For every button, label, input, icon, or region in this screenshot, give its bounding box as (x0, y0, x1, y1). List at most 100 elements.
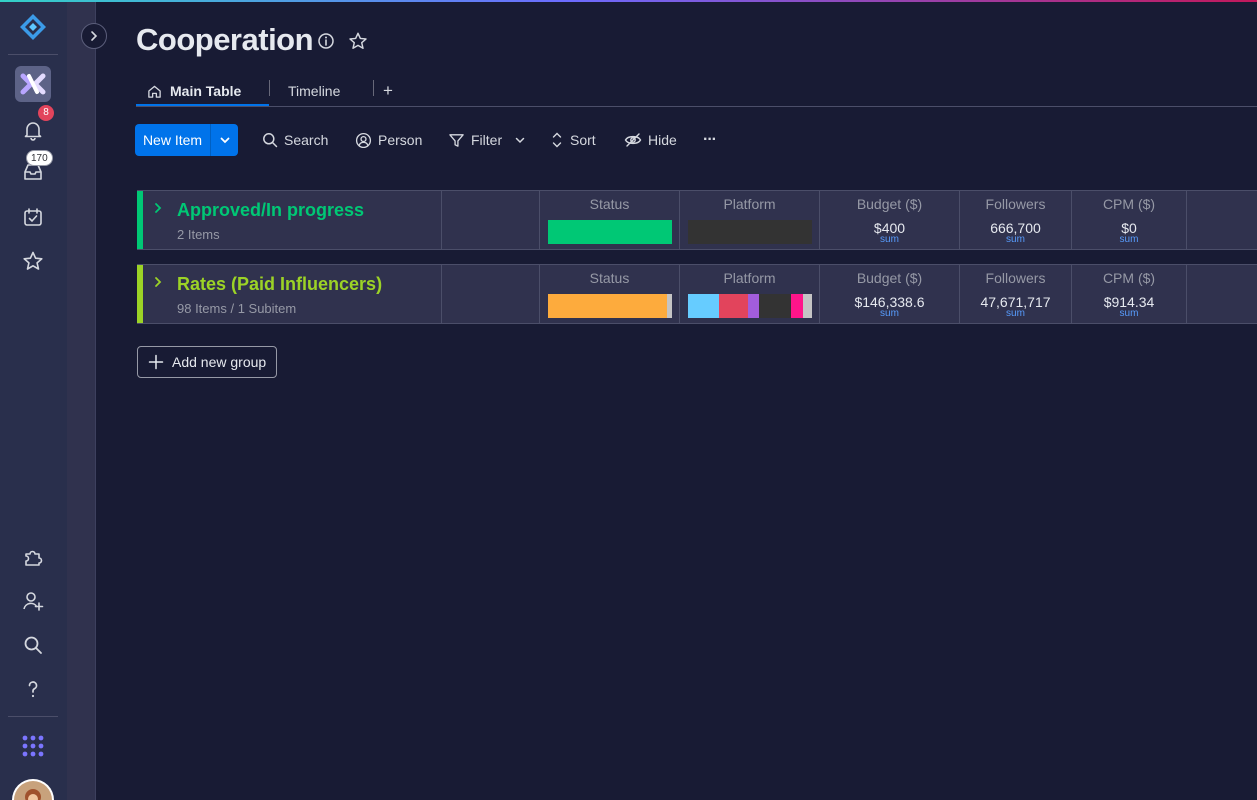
status-column-header: Status (589, 196, 630, 212)
followers-summary-cell: Followers 47,671,717 sum (959, 265, 1071, 323)
distribution-segment (790, 294, 804, 318)
platform-summary-cell[interactable]: Platform (679, 265, 819, 323)
group-approved-in-progress: Approved/In progress 2 Items Status Plat… (137, 190, 1257, 250)
budget-summary-cell: Budget ($) $400 sum (819, 191, 959, 249)
platform-distribution-bar (688, 294, 812, 318)
inbox-badge: 170 (26, 150, 53, 166)
expand-panel-chevron-icon[interactable] (81, 23, 107, 49)
board-title[interactable]: Cooperation (136, 22, 314, 58)
new-item-button[interactable]: New Item (135, 124, 210, 156)
cpm-summary-cell: CPM ($) $914.34 sum (1071, 265, 1186, 323)
status-distribution-bar (548, 294, 672, 318)
budget-column-header: Budget ($) (856, 270, 923, 286)
distribution-segment (719, 294, 748, 318)
group-trailing-cell (1186, 265, 1257, 323)
sum-label: sum (1119, 308, 1139, 319)
group-expand-chevron-icon[interactable] (151, 275, 165, 289)
group-title[interactable]: Rates (Paid Influencers) (177, 274, 382, 295)
distribution-segment (803, 294, 812, 318)
apps-puzzle-icon[interactable] (14, 538, 52, 576)
sort-label: Sort (570, 132, 596, 148)
status-summary-cell[interactable]: Status (539, 191, 679, 249)
sort-button[interactable]: Sort (550, 124, 596, 156)
distribution-segment (548, 294, 668, 318)
tab-main-table-label: Main Table (170, 83, 242, 99)
group-color-bar (137, 191, 143, 249)
cpm-column-header: CPM ($) (1102, 196, 1156, 212)
home-icon (147, 84, 162, 99)
distribution-segment (548, 220, 672, 244)
product-switcher-grid-icon[interactable] (14, 727, 52, 765)
workspace-icon[interactable] (15, 66, 51, 102)
distribution-segment (688, 220, 812, 244)
group-color-bar (137, 265, 143, 323)
tab-divider (269, 80, 270, 96)
group-empty-cell (441, 191, 539, 249)
platform-summary-cell[interactable]: Platform (679, 191, 819, 249)
add-new-group-label: Add new group (172, 354, 267, 370)
board-list-collapsed-panel (67, 0, 96, 800)
person-icon (355, 132, 372, 149)
rail-divider-bottom (8, 716, 58, 717)
filter-chevron-down-icon[interactable] (514, 134, 526, 146)
search-icon[interactable] (14, 626, 52, 664)
hide-label: Hide (648, 132, 677, 148)
new-item-dropdown-chevron-icon[interactable] (210, 124, 238, 156)
favorites-star-icon[interactable] (14, 242, 52, 280)
new-item-split-button: New Item (135, 124, 238, 156)
invite-members-icon[interactable] (14, 582, 52, 620)
tab-divider (373, 80, 374, 96)
more-actions-button[interactable]: ··· (703, 124, 717, 156)
cpm-column-header: CPM ($) (1102, 270, 1156, 286)
user-avatar[interactable] (12, 779, 54, 800)
status-summary-cell[interactable]: Status (539, 265, 679, 323)
add-new-group-button[interactable]: Add new group (137, 346, 277, 378)
followers-summary-cell: Followers 666,700 sum (959, 191, 1071, 249)
hide-columns-button[interactable]: Hide (624, 124, 677, 156)
status-distribution-bar (548, 220, 672, 244)
sum-label: sum (880, 234, 899, 245)
followers-column-header: Followers (985, 270, 1046, 286)
home-logo-icon[interactable] (14, 8, 52, 46)
distribution-segment (688, 294, 719, 318)
group-expand-chevron-icon[interactable] (151, 201, 165, 215)
search-icon (262, 132, 278, 148)
my-work-calendar-icon[interactable] (14, 198, 52, 236)
left-rail: 8 170 (0, 0, 67, 800)
platform-distribution-bar (688, 220, 812, 244)
hide-eye-icon (624, 132, 642, 148)
distribution-segment (758, 294, 791, 318)
add-view-button[interactable]: + (383, 76, 393, 106)
budget-column-header: Budget ($) (856, 196, 923, 212)
sum-label: sum (1006, 308, 1025, 319)
notifications-badge: 8 (38, 105, 54, 121)
sum-label: sum (880, 308, 899, 319)
tab-main-table[interactable]: Main Table (147, 76, 241, 106)
budget-summary-cell: Budget ($) $146,338.6 sum (819, 265, 959, 323)
active-tab-indicator (136, 104, 269, 106)
filter-label: Filter (471, 132, 503, 148)
search-button[interactable]: Search (262, 124, 328, 156)
top-gradient-line (0, 0, 1257, 2)
filter-button[interactable]: Filter (448, 124, 526, 156)
filter-funnel-icon (448, 132, 465, 149)
sum-label: sum (1006, 234, 1025, 245)
group-title[interactable]: Approved/In progress (177, 200, 364, 221)
group-trailing-cell (1186, 191, 1257, 249)
followers-column-header: Followers (985, 196, 1046, 212)
search-label: Search (284, 132, 329, 148)
group-empty-cell (441, 265, 539, 323)
favorite-board-star-icon[interactable] (348, 31, 368, 51)
person-filter-button[interactable]: Person (355, 124, 422, 156)
plus-icon (148, 354, 164, 370)
sort-arrows-icon (550, 131, 564, 149)
distribution-segment (667, 294, 672, 318)
platform-column-header: Platform (723, 270, 776, 286)
help-question-icon[interactable] (14, 670, 52, 708)
group-rates-paid-influencers: Rates (Paid Influencers) 98 Items / 1 Su… (137, 264, 1257, 324)
tab-timeline[interactable]: Timeline (288, 76, 340, 106)
person-label: Person (378, 132, 423, 148)
rail-divider (8, 54, 58, 55)
board-info-icon[interactable] (317, 32, 335, 50)
sum-label: sum (1119, 234, 1139, 245)
